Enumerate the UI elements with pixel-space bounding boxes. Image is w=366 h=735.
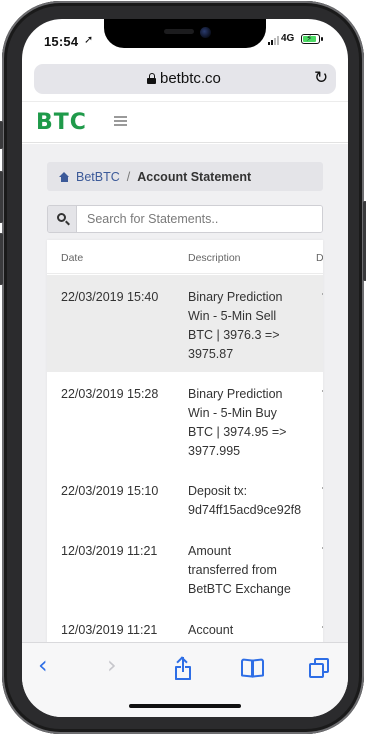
back-icon[interactable]: ‹	[38, 651, 48, 679]
row-description: Amount transferred from BetBTC Exchange	[188, 544, 291, 596]
site-header: BTC	[22, 101, 348, 143]
row-truncated-cell	[322, 547, 323, 549]
column-header-date[interactable]: Date	[61, 252, 83, 264]
signal-strength-icon	[268, 36, 279, 45]
table-row[interactable]: 22/03/2019 15:40 Binary Prediction Win -…	[47, 275, 323, 372]
column-header-truncated[interactable]: D	[316, 252, 323, 264]
bookmarks-icon[interactable]	[241, 658, 265, 679]
mute-switch	[0, 121, 3, 149]
table-row[interactable]: 22/03/2019 15:10 Deposit tx: 9d74ff15acd…	[47, 469, 323, 529]
row-date: 12/03/2019 11:21	[61, 623, 158, 637]
table-row[interactable]: 12/03/2019 11:21 Amount transferred from…	[47, 529, 323, 608]
statement-table: Date Description D 22/03/2019 15:40 Bina…	[47, 240, 323, 660]
row-date: 22/03/2019 15:40	[61, 290, 159, 304]
hamburger-menu-icon[interactable]	[114, 116, 127, 126]
status-time: 15:54	[44, 34, 79, 49]
breadcrumb-separator: /	[126, 169, 131, 184]
row-description: Binary Prediction Win - 5-Min Buy BTC | …	[188, 387, 287, 458]
speaker	[164, 29, 194, 34]
row-date: 22/03/2019 15:10	[61, 484, 159, 498]
front-camera	[200, 27, 211, 38]
table-header: Date Description D	[47, 240, 323, 274]
network-type: 4G	[281, 33, 295, 44]
volume-up-button	[0, 171, 3, 223]
tabs-icon[interactable]	[309, 658, 331, 680]
forward-icon[interactable]: ›	[107, 651, 117, 679]
browser-toolbar: ‹ ›	[22, 642, 348, 717]
battery-icon: ⚡	[301, 33, 323, 44]
row-truncated-cell	[322, 626, 323, 628]
page-content: BetBTC / Account Statement Date Descript…	[22, 144, 348, 660]
search-input[interactable]	[77, 206, 322, 232]
breadcrumb-home-link[interactable]: BetBTC	[76, 170, 120, 184]
charging-bolt-icon: ⚡	[306, 33, 313, 43]
screen: 15:54 ➚ 4G ⚡ betbtc.co ↻ BTC BetBTC / Ac…	[22, 19, 348, 717]
breadcrumb-current: Account Statement	[137, 169, 252, 184]
row-description: Deposit tx: 9d74ff15acd9ce92f8	[188, 484, 302, 517]
breadcrumb: BetBTC / Account Statement	[47, 162, 323, 191]
home-icon[interactable]	[59, 171, 70, 182]
statement-search	[47, 205, 323, 233]
column-header-description[interactable]: Description	[188, 252, 241, 264]
volume-down-button	[0, 233, 3, 285]
search-button[interactable]	[48, 206, 77, 232]
row-description: Binary Prediction Win - 5-Min Sell BTC |…	[188, 290, 283, 361]
reload-icon[interactable]: ↻	[314, 68, 328, 88]
notch	[104, 19, 266, 48]
share-icon[interactable]	[174, 656, 194, 681]
site-logo[interactable]: BTC	[36, 110, 87, 135]
url-text[interactable]: betbtc.co	[160, 70, 221, 87]
row-date: 12/03/2019 11:21	[61, 544, 158, 558]
location-arrow-icon: ➚	[84, 34, 94, 46]
lock-icon	[147, 73, 156, 84]
row-truncated-cell	[322, 487, 323, 489]
table-row[interactable]: 22/03/2019 15:28 Binary Prediction Win -…	[47, 372, 323, 469]
address-bar[interactable]: betbtc.co ↻	[34, 64, 336, 94]
phone-frame: 15:54 ➚ 4G ⚡ betbtc.co ↻ BTC BetBTC / Ac…	[0, 1, 366, 734]
row-date: 22/03/2019 15:28	[61, 387, 159, 401]
home-indicator[interactable]	[129, 704, 241, 708]
row-truncated-cell	[322, 293, 323, 295]
row-truncated-cell	[322, 390, 323, 392]
